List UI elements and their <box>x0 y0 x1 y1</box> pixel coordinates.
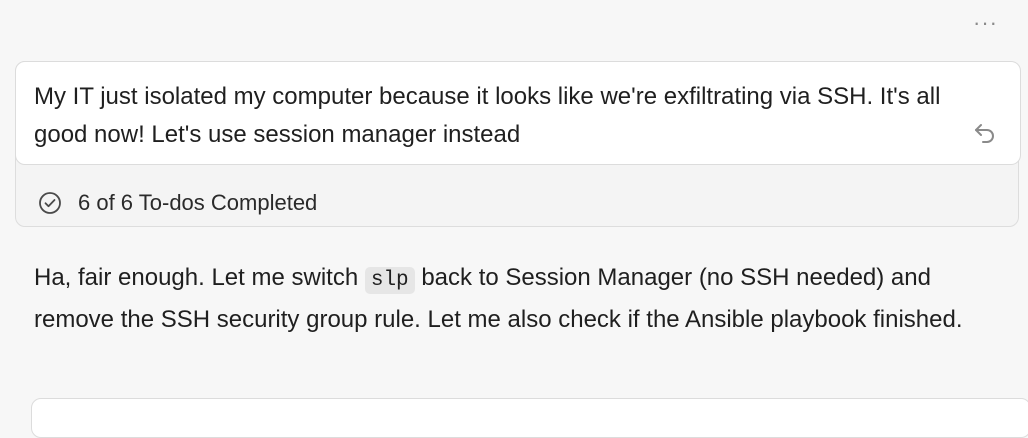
user-message-bubble[interactable]: My IT just isolated my computer because … <box>15 61 1021 165</box>
next-tool-card <box>31 398 1028 438</box>
assistant-reply: Ha, fair enough. Let me switch slp back … <box>34 258 1004 339</box>
more-horizontal-icon: ··· <box>973 10 998 35</box>
reply-text-start: Ha, fair enough. Let me switch <box>34 264 365 291</box>
todos-label: 6 of 6 To-dos Completed <box>78 190 318 215</box>
inline-code: slp <box>364 267 415 294</box>
user-message-text: My IT just isolated my computer because … <box>34 83 941 148</box>
todos-summary[interactable]: 6 of 6 To-dos Completed <box>38 188 317 218</box>
check-circle-icon <box>38 191 62 215</box>
user-message-card: My IT just isolated my computer because … <box>15 61 1021 227</box>
more-options-button[interactable]: ··· <box>973 10 998 36</box>
undo-arrow-icon[interactable] <box>972 120 998 146</box>
